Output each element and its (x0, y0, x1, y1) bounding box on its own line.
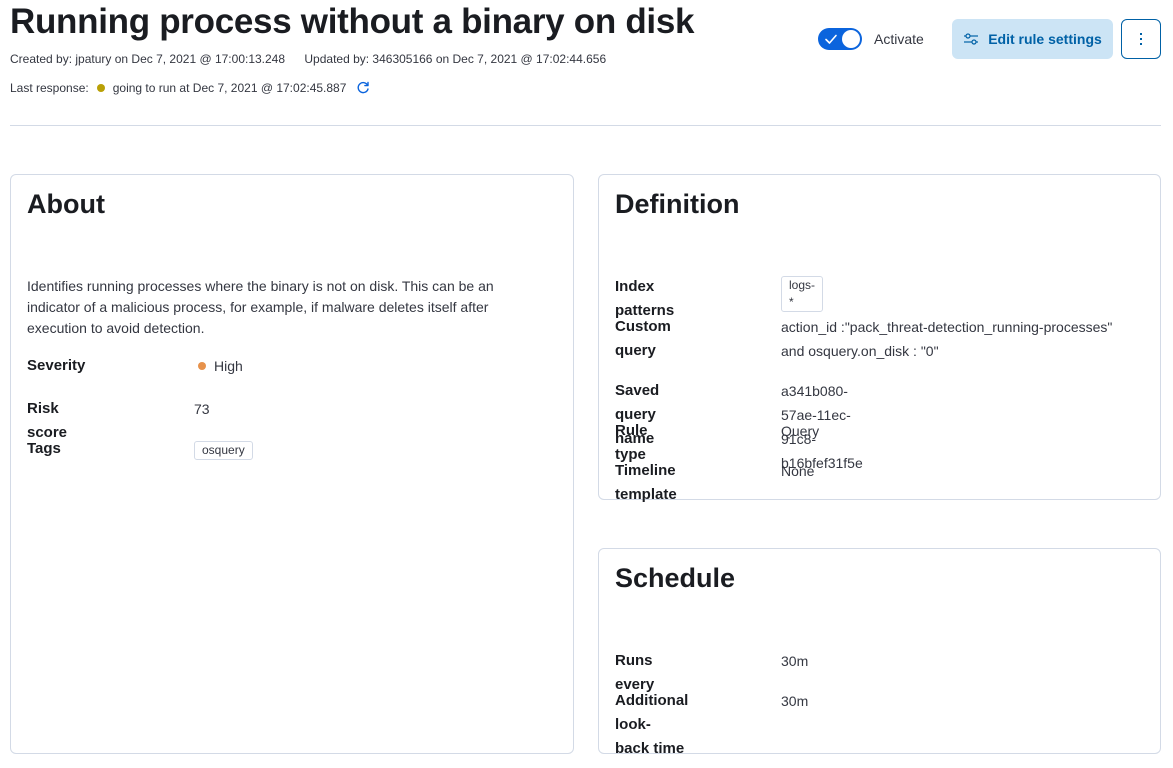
index-patterns-value-wrap: logs-* (781, 276, 824, 313)
lookback-label: Additional look- back time (615, 689, 688, 761)
custom-query-line-1: action_id :"pack_threat-detection_runnin… (781, 319, 1113, 335)
status-dot-icon (96, 84, 105, 92)
timeline-template-label: Timeline template (615, 462, 677, 503)
activate-control: Activate (818, 28, 924, 50)
lookback-label-line-1: Additional look- (615, 692, 689, 733)
about-title: About (27, 189, 105, 219)
severity-dot-icon (198, 362, 206, 370)
last-response-status: going to run at Dec 7, 2021 @ 17:02:45.8… (112, 81, 347, 95)
custom-query-line-2: and osquery.on_disk : "0" (781, 343, 939, 359)
severity-label: Severity (27, 357, 86, 374)
about-panel: About Identifies running processes where… (10, 174, 574, 754)
tags-list: osquery (194, 437, 253, 461)
boxes-vertical-icon (1140, 33, 1142, 45)
tag-badge[interactable]: osquery (194, 441, 253, 460)
index-pattern-badge[interactable]: logs-* (781, 276, 824, 312)
severity-value: High (214, 358, 243, 374)
lookback-value: 30m (781, 693, 809, 709)
definition-panel: Definition Index patterns logs-* Custom … (598, 174, 1161, 503)
rule-metadata: Created by: jpatury on Dec 7, 2021 @ 17:… (10, 52, 606, 66)
definition-title: Definition (615, 189, 740, 219)
created-by-text: Created by: jpatury on Dec 7, 2021 @ 17:… (10, 52, 286, 66)
more-actions-button[interactable] (1121, 19, 1161, 59)
runs-every-value: 30m (781, 653, 809, 669)
schedule-panel: Schedule Runs every 30m Additional look-… (598, 548, 1161, 757)
last-response-label: Last response: (10, 81, 89, 95)
last-response: Last response: going to run at Dec 7, 20… (10, 81, 370, 95)
activate-toggle[interactable] (818, 28, 862, 50)
edit-rule-settings-button[interactable]: Edit rule settings (952, 19, 1113, 59)
toggle-knob (842, 30, 860, 48)
updated-by-text: Updated by: 346305166 on Dec 7, 2021 @ 1… (304, 52, 607, 66)
refresh-icon[interactable] (356, 81, 370, 95)
severity-value-wrap: High (198, 354, 243, 378)
page-title: Running process without a binary on disk (10, 2, 695, 41)
custom-query-value: action_id :"pack_threat-detection_runnin… (781, 315, 1161, 363)
check-icon (825, 34, 837, 44)
rule-type-value: Query (781, 423, 820, 439)
tags-label: Tags (27, 440, 61, 457)
risk-score-value: 73 (194, 401, 210, 417)
edit-rule-settings-label: Edit rule settings (988, 31, 1102, 47)
lookback-label-line-2: back time (615, 740, 685, 757)
controls-icon (964, 33, 979, 45)
schedule-title: Schedule (615, 563, 736, 593)
custom-query-label: Custom query (615, 318, 671, 359)
header-divider (10, 125, 1161, 126)
timeline-template-value: None (781, 463, 815, 479)
activate-label: Activate (874, 31, 924, 47)
rule-description: Identifies running processes where the b… (27, 278, 494, 336)
